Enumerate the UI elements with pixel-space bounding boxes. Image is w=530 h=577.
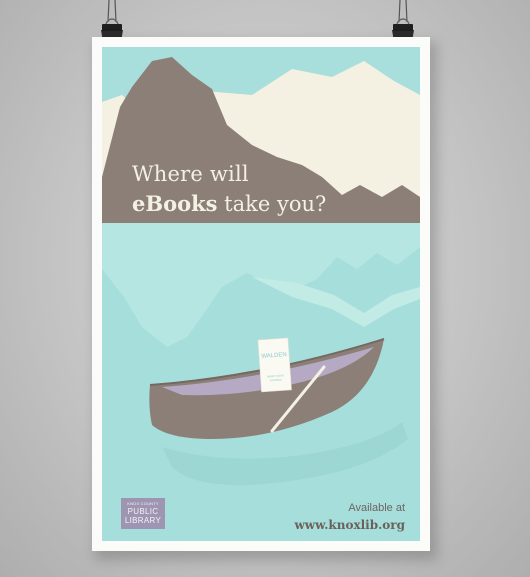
headline-line-2: eBooks take you? [132,189,326,219]
logo-line-2: PUBLIC [127,507,159,516]
poster: WALDEN HENRY DAVID THOREAU Where will eB… [92,37,430,551]
headline-line-1: Where will [132,162,249,186]
headline: Where will eBooks take you? [132,160,326,219]
call-to-action: Available at www.knoxlib.org [294,502,405,532]
website-url: www.knoxlib.org [294,518,405,532]
headline-rest: take you? [217,192,327,216]
logo-line-3: LIBRARY [124,516,162,525]
binder-clip-right-icon [392,0,414,40]
binder-clip-left-icon [101,0,123,40]
walden-book-icon: WALDEN HENRY DAVID THOREAU [257,337,292,393]
headline-ebooks: eBooks [132,191,218,216]
available-at-label: Available at [348,502,405,514]
poster-artwork: WALDEN HENRY DAVID THOREAU Where will eB… [102,47,420,541]
landscape-illustration: WALDEN HENRY DAVID THOREAU [102,47,420,541]
library-logo: KNOX COUNTY PUBLIC LIBRARY [121,498,165,529]
